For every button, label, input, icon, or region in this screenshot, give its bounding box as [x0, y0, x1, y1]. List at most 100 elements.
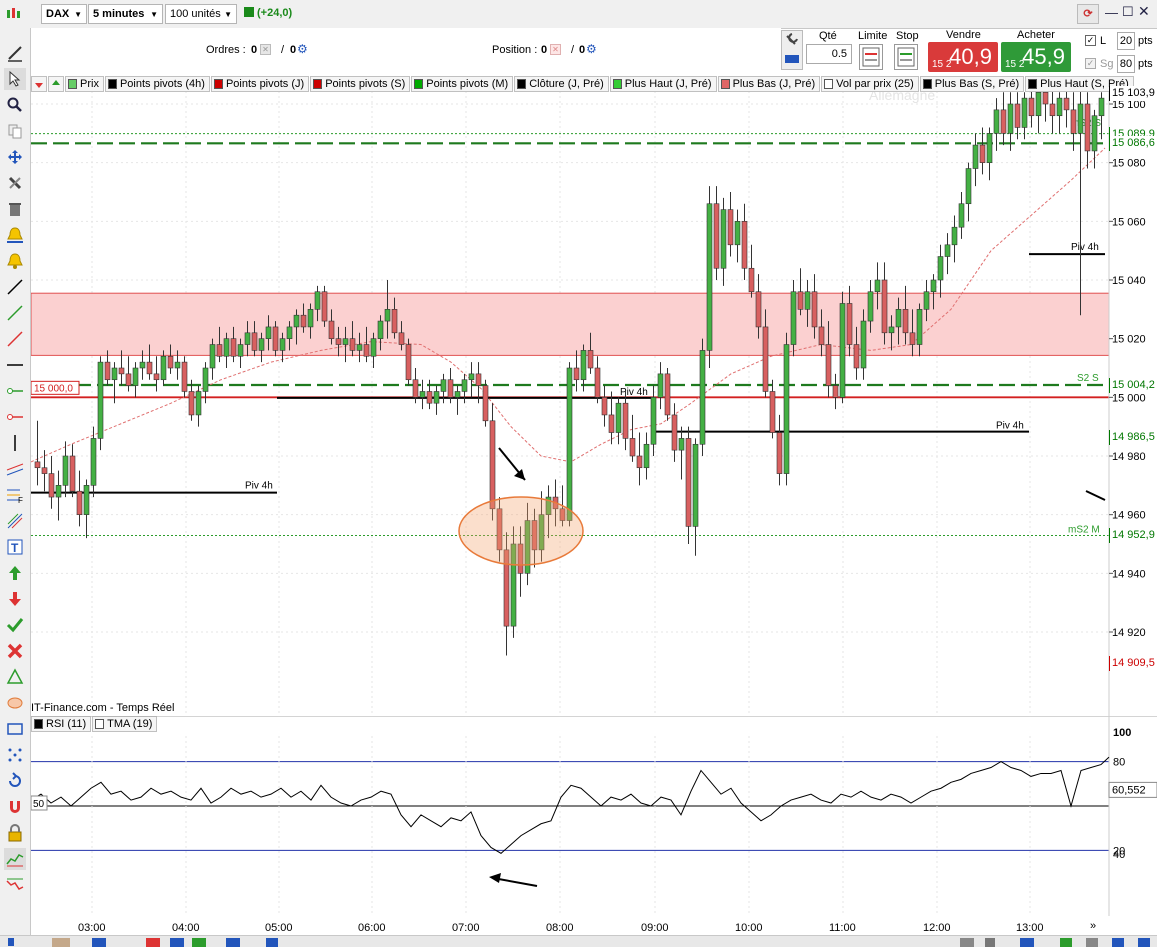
price-tag: 14 909,5: [1109, 655, 1156, 671]
candle: [615, 402, 622, 433]
l-input[interactable]: 20: [1117, 32, 1135, 50]
candle: [468, 373, 475, 381]
move-icon[interactable]: [4, 146, 26, 168]
legend-prix[interactable]: Prix: [65, 76, 104, 92]
legend-points-pivots-s[interactable]: Points pivots (S): [310, 76, 411, 92]
s2s-label: S2 S: [1077, 373, 1099, 384]
legend-up-icon[interactable]: [48, 76, 64, 92]
piv4h-label: Piv 4h: [245, 481, 273, 492]
trash-icon[interactable]: [4, 198, 26, 220]
legend-plus-bas-s-pre[interactable]: Plus Bas (S, Pré): [919, 76, 1025, 92]
refresh-icon[interactable]: ⟳: [1077, 4, 1099, 24]
indicator-red-icon[interactable]: [4, 874, 26, 896]
checkmark-icon[interactable]: [4, 614, 26, 636]
legend-plus-bas-j-pre[interactable]: Plus Bas (J, Pré): [717, 76, 821, 92]
pts-label-2: pts: [1138, 58, 1153, 70]
wrench-icon[interactable]: [781, 30, 803, 70]
arrow-up-icon[interactable]: [4, 562, 26, 584]
rotate-icon[interactable]: [4, 770, 26, 792]
rsi-chart[interactable]: 1008040205060,552: [31, 716, 1157, 916]
l-checkbox[interactable]: ✓: [1085, 35, 1096, 46]
zoom-icon[interactable]: [4, 94, 26, 116]
candle: [1014, 103, 1021, 128]
indicator-green-icon[interactable]: [4, 848, 26, 870]
arrow-down-icon[interactable]: [4, 588, 26, 610]
candle: [209, 344, 216, 369]
candle: [741, 221, 748, 269]
qty-input[interactable]: 0.5: [806, 44, 852, 64]
candle: [972, 144, 979, 169]
timeframe-select[interactable]: 5 minutes ▼: [88, 4, 163, 24]
maximize-icon[interactable]: ☐: [1122, 4, 1134, 20]
magnet-icon[interactable]: [4, 796, 26, 818]
legend-vol-par-prix-25[interactable]: Vol par prix (25): [821, 76, 919, 92]
candle: [762, 326, 769, 392]
orders-label: Ordres :: [206, 44, 246, 56]
lock-icon[interactable]: [4, 822, 26, 844]
pitchfork-icon[interactable]: [4, 510, 26, 532]
horizontal-ray-red-icon[interactable]: [4, 406, 26, 428]
horizontal-ray-green-icon[interactable]: [4, 380, 26, 402]
price-tag: 14 986,5: [1109, 429, 1156, 445]
stop-order-button[interactable]: [894, 44, 918, 70]
candle: [104, 361, 111, 381]
text-tool-icon[interactable]: T: [4, 536, 26, 558]
channel-icon[interactable]: [4, 458, 26, 480]
sg-input[interactable]: 80: [1117, 55, 1135, 73]
candle: [279, 338, 286, 351]
horizontal-line-icon[interactable]: [4, 354, 26, 376]
line-black-icon[interactable]: [4, 276, 26, 298]
units-select[interactable]: 100 unités ▼: [165, 4, 237, 24]
line-green-icon[interactable]: [4, 302, 26, 324]
legend-points-pivots-4h[interactable]: Points pivots (4h): [104, 76, 210, 92]
alert-bell-icon[interactable]: [4, 224, 26, 246]
candle: [1028, 97, 1035, 117]
candle: [811, 291, 818, 328]
candle: [1049, 103, 1056, 117]
candle: [650, 397, 657, 445]
settings-gear-icon[interactable]: ⚙: [297, 42, 308, 56]
legend-plus-haut-j-pre[interactable]: Plus Haut (J, Pré): [609, 76, 717, 92]
candle: [426, 391, 433, 404]
legend-points-pivots-j[interactable]: Points pivots (J): [210, 76, 310, 92]
legend-swatch: [720, 79, 730, 89]
pencil-icon[interactable]: [4, 42, 26, 64]
position-gear-icon[interactable]: ⚙: [586, 42, 597, 56]
legend-points-pivots-m[interactable]: Points pivots (M): [411, 76, 514, 92]
dots-pattern-icon[interactable]: [4, 744, 26, 766]
chart-type-icon[interactable]: [2, 3, 24, 25]
legend-cloture-j-pre[interactable]: Clôture (J, Pré): [514, 76, 609, 92]
price-tick-label: 15 020: [1112, 334, 1146, 346]
tools-icon[interactable]: [4, 172, 26, 194]
candle: [125, 373, 132, 386]
cursor-icon[interactable]: [4, 68, 26, 90]
candle: [734, 221, 741, 246]
scroll-right-icon[interactable]: »: [1090, 920, 1096, 932]
close-orders-icon[interactable]: ✕: [260, 44, 271, 55]
timeframe-label: 5 minutes: [93, 8, 145, 20]
candle: [594, 367, 601, 398]
sell-label: Vendre: [946, 29, 981, 41]
rectangle-icon[interactable]: [4, 718, 26, 740]
line-red-icon[interactable]: [4, 328, 26, 350]
copy-icon[interactable]: [4, 120, 26, 142]
fibonacci-icon[interactable]: F: [4, 484, 26, 506]
bell-icon[interactable]: [4, 250, 26, 272]
limit-order-button[interactable]: [859, 44, 883, 70]
candle: [1070, 109, 1077, 134]
time-tick-label: 04:00: [172, 922, 200, 934]
sell-button[interactable]: 15 2 40,9: [928, 42, 998, 72]
ellipse-icon[interactable]: [4, 692, 26, 714]
close-position-icon[interactable]: ✕: [550, 44, 561, 55]
vertical-line-icon[interactable]: [4, 432, 26, 454]
close-icon[interactable]: ✕: [1138, 3, 1150, 20]
sg-checkbox[interactable]: ✓: [1085, 58, 1096, 69]
minimize-icon[interactable]: —: [1105, 5, 1118, 20]
price-chart[interactable]: AllemagnePiv 4hPiv 4hPiv 4hPiv 4hmS2 SS2…: [31, 76, 1157, 716]
triangle-icon[interactable]: [4, 666, 26, 688]
instrument-select[interactable]: DAX ▼: [41, 4, 87, 24]
rsi-line: [31, 756, 1110, 854]
buy-button[interactable]: 15 2 45,9: [1001, 42, 1071, 72]
legend-down-icon[interactable]: [31, 76, 47, 92]
cross-icon[interactable]: [4, 640, 26, 662]
